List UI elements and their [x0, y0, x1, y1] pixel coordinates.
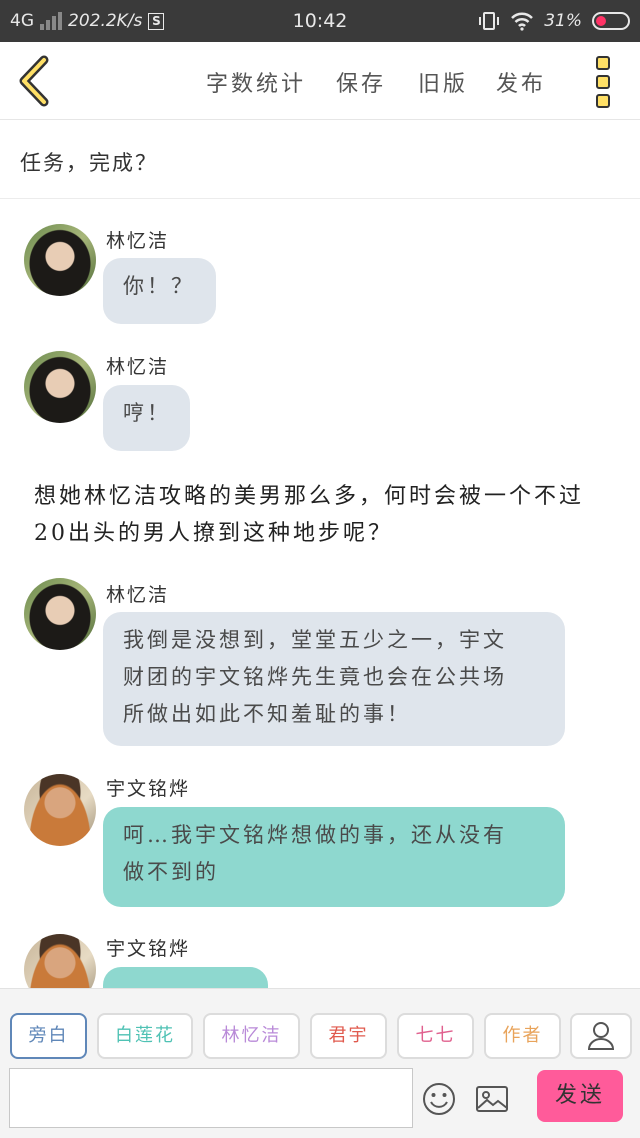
- publish-button[interactable]: 发布: [496, 66, 546, 98]
- status-bar: 4G 202.2K/s S 10:42 31%: [0, 0, 640, 42]
- message-line: 我倒是没想到，堂堂五少之一，宇文: [123, 628, 507, 652]
- sender-name: 宇文铭烨: [106, 938, 191, 960]
- chevron-left-icon: [19, 55, 49, 107]
- character-chip-author[interactable]: 作者: [484, 1013, 561, 1059]
- character-chip-qiqi[interactable]: 七七: [397, 1013, 474, 1059]
- send-button[interactable]: 发送: [537, 1070, 623, 1122]
- avatar[interactable]: [24, 774, 96, 846]
- vibrate-icon: [479, 12, 500, 30]
- message-line: 所做出如此不知羞耻的事！: [123, 702, 411, 726]
- status-right: 31%: [478, 0, 630, 42]
- s-badge-icon: S: [148, 12, 165, 30]
- battery-icon: [592, 12, 630, 30]
- network-speed: 202.2K/s: [68, 11, 143, 31]
- network-label: 4G: [10, 11, 34, 31]
- character-chip-narrator[interactable]: 旁白: [10, 1013, 87, 1059]
- chapter-title-bar[interactable]: 任务，完成？: [0, 121, 640, 199]
- message-bubble[interactable]: 你！？: [103, 258, 216, 324]
- save-button[interactable]: 保存: [336, 66, 386, 98]
- message-line: 呵…我宇文铭烨想做的事，还从没有: [123, 823, 507, 847]
- word-count-button[interactable]: 字数统计: [206, 66, 306, 98]
- chat-area[interactable]: 林忆洁 你！？ 林忆洁 哼！ 想她林忆洁攻略的美男那么多，何时会被一个不过20出…: [0, 200, 640, 988]
- composer-panel: 旁白 白莲花 林忆洁 君宇 七七 作者 发送: [0, 988, 640, 1138]
- character-chip-bailianhua[interactable]: 白莲花: [97, 1013, 193, 1059]
- message-line: 做不到的: [123, 860, 219, 884]
- wifi-icon: [511, 12, 534, 31]
- status-left: 4G 202.2K/s S: [10, 0, 165, 42]
- message-input[interactable]: [9, 1068, 413, 1128]
- sender-name: 林忆洁: [106, 356, 170, 378]
- narration-text[interactable]: 想她林忆洁攻略的美男那么多，何时会被一个不过20出头的男人撩到这种地步呢？: [34, 478, 614, 552]
- smiley-icon: [423, 1083, 455, 1115]
- avatar[interactable]: [24, 224, 96, 296]
- top-toolbar: 字数统计 保存 旧版 发布: [0, 42, 640, 120]
- add-character-button[interactable]: [570, 1013, 632, 1059]
- signal-icon: [40, 12, 62, 30]
- sender-name: 宇文铭烨: [106, 778, 191, 800]
- sender-name: 林忆洁: [106, 584, 170, 606]
- message-bubble[interactable]: 呵…我宇文铭烨想做的事，还从没有 做不到的: [103, 807, 565, 907]
- character-chip-junyu[interactable]: 君宇: [310, 1013, 387, 1059]
- character-chip-linyijie[interactable]: 林忆洁: [203, 1013, 300, 1059]
- chapter-title: 任务，完成？: [20, 151, 158, 175]
- avatar[interactable]: [24, 934, 96, 988]
- message-line: 财团的宇文铭烨先生竟也会在公共场: [123, 665, 507, 689]
- message-bubble[interactable]: [103, 967, 268, 988]
- message-bubble[interactable]: 哼！: [103, 385, 190, 451]
- avatar[interactable]: [24, 578, 96, 650]
- battery-percent: 31%: [544, 11, 582, 31]
- more-vertical-icon[interactable]: [596, 56, 612, 108]
- message-bubble[interactable]: 我倒是没想到，堂堂五少之一，宇文 财团的宇文铭烨先生竟也会在公共场 所做出如此不…: [103, 612, 565, 746]
- avatar[interactable]: [24, 351, 96, 423]
- old-version-button[interactable]: 旧版: [418, 66, 468, 98]
- sender-name: 林忆洁: [106, 230, 170, 252]
- image-icon: [476, 1086, 508, 1112]
- image-button[interactable]: [474, 1081, 510, 1117]
- emoji-button[interactable]: [421, 1081, 457, 1117]
- person-icon: [587, 1022, 615, 1050]
- back-button[interactable]: [14, 54, 54, 108]
